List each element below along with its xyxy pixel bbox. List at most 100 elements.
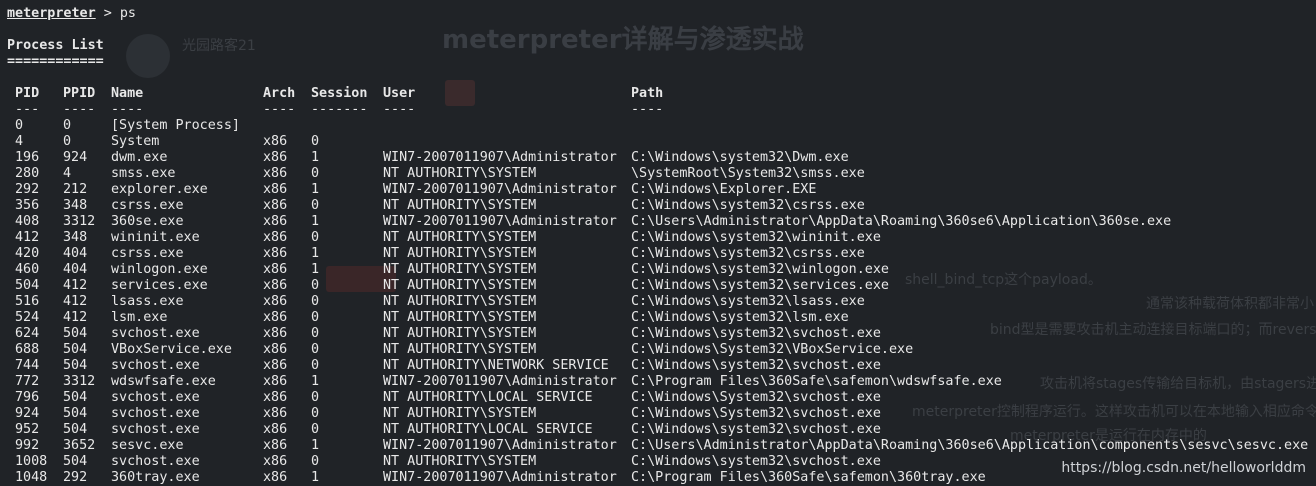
- process-session: 0: [311, 390, 320, 405]
- process-ppid: 348: [63, 198, 88, 213]
- process-pid: 280: [15, 166, 40, 181]
- process-ppid: 0: [63, 118, 72, 133]
- process-ppid: 212: [63, 182, 88, 197]
- process-session: 1: [311, 438, 320, 453]
- process-session: 0: [311, 406, 320, 421]
- process-pid: 356: [15, 198, 40, 213]
- process-path: C:\Windows\system32\svchost.exe: [631, 326, 881, 341]
- process-ppid: 504: [63, 406, 88, 421]
- process-name: sesvc.exe: [111, 438, 184, 453]
- process-name: dwm.exe: [111, 150, 168, 165]
- process-arch: x86: [263, 454, 288, 469]
- process-path: C:\Windows\system32\csrss.exe: [631, 198, 865, 213]
- process-ppid: 4: [63, 166, 72, 181]
- process-pid: 772: [15, 374, 40, 389]
- process-ppid: 3312: [63, 214, 96, 229]
- process-ppid: 412: [63, 294, 88, 309]
- process-ppid: 348: [63, 230, 88, 245]
- process-arch: x86: [263, 438, 288, 453]
- process-arch: x86: [263, 150, 288, 165]
- process-arch: x86: [263, 134, 288, 149]
- process-session: 1: [311, 182, 320, 197]
- process-path: C:\Windows\Explorer.EXE: [631, 182, 817, 197]
- process-name: System: [111, 134, 160, 149]
- process-session: 0: [311, 166, 320, 181]
- process-ppid: 404: [63, 262, 88, 277]
- process-ppid: 0: [63, 134, 72, 149]
- process-pid: 504: [15, 278, 40, 293]
- command-line[interactable]: meterpreter > ps: [7, 6, 136, 22]
- section-title: Process List: [7, 38, 104, 53]
- process-arch: x86: [263, 230, 288, 245]
- process-path: C:\Program Files\360Safe\safemon\360tray…: [631, 470, 986, 485]
- process-user: NT AUTHORITY\SYSTEM: [383, 342, 537, 357]
- process-arch: x86: [263, 182, 288, 197]
- process-pid: 744: [15, 358, 40, 373]
- process-user: NT AUTHORITY\NETWORK SERVICE: [383, 358, 609, 373]
- process-name: wininit.exe: [111, 230, 200, 245]
- process-ppid: 924: [63, 150, 88, 165]
- process-path: C:\Windows\system32\svchost.exe: [631, 358, 881, 373]
- process-ppid: 3312: [63, 374, 96, 389]
- process-pid: 0: [15, 118, 24, 133]
- process-path: C:\Windows\system32\lsm.exe: [631, 310, 849, 325]
- table-separator: --- ---- ---- ---- ------- ---- ----: [7, 102, 663, 118]
- process-pid: 952: [15, 422, 40, 437]
- process-user: NT AUTHORITY\SYSTEM: [383, 406, 537, 421]
- process-arch: x86: [263, 262, 288, 277]
- header-path: Path: [631, 86, 664, 101]
- process-ppid: 404: [63, 246, 88, 261]
- process-path: C:\Windows\System32\svchost.exe: [631, 406, 881, 421]
- process-session: 0: [311, 278, 320, 293]
- table-header: PID PPID Name Arch Session User Path: [7, 86, 663, 102]
- process-session: 0: [311, 198, 320, 213]
- separator-path: ----: [631, 102, 664, 117]
- terminal-window[interactable]: meterpreter详解与渗透实战 光园路客21 shell_bind_tcp…: [0, 0, 1316, 486]
- process-name: [System Process]: [111, 118, 240, 133]
- process-session: 0: [311, 134, 320, 149]
- process-session: 0: [311, 342, 320, 357]
- process-name: csrss.exe: [111, 246, 184, 261]
- header-pid: PID: [15, 86, 40, 101]
- process-user: NT AUTHORITY\SYSTEM: [383, 294, 537, 309]
- process-name: svchost.exe: [111, 406, 200, 421]
- process-path: C:\Windows\system32\lsass.exe: [631, 294, 865, 309]
- process-name: services.exe: [111, 278, 208, 293]
- process-name: 360se.exe: [111, 214, 184, 229]
- watermark: https://blog.csdn.net/helloworlddm: [1061, 460, 1306, 476]
- process-name: 360tray.exe: [111, 470, 200, 485]
- process-arch: x86: [263, 358, 288, 373]
- process-session: 0: [311, 230, 320, 245]
- process-session: 0: [311, 358, 320, 373]
- process-name: lsass.exe: [111, 294, 184, 309]
- process-user: WIN7-2007011907\Administrator: [383, 470, 617, 485]
- process-ppid: 292: [63, 470, 88, 485]
- process-user: WIN7-2007011907\Administrator: [383, 374, 617, 389]
- process-session: 0: [311, 310, 320, 325]
- process-path: C:\Windows\system32\wininit.exe: [631, 230, 881, 245]
- article-line: 通常该种载荷体积都非常小: [1146, 296, 1314, 312]
- process-arch: x86: [263, 374, 288, 389]
- header-session: Session: [311, 86, 368, 101]
- process-arch: x86: [263, 166, 288, 181]
- process-session: 1: [311, 262, 320, 277]
- process-user: WIN7-2007011907\Administrator: [383, 182, 617, 197]
- process-user: NT AUTHORITY\LOCAL SERVICE: [383, 390, 593, 405]
- process-pid: 420: [15, 246, 40, 261]
- process-name: svchost.exe: [111, 422, 200, 437]
- process-pid: 4: [15, 134, 24, 149]
- process-path: C:\Windows\system32\Dwm.exe: [631, 150, 849, 165]
- process-user: NT AUTHORITY\SYSTEM: [383, 262, 537, 277]
- process-ppid: 504: [63, 342, 88, 357]
- process-ppid: 504: [63, 390, 88, 405]
- process-user: NT AUTHORITY\SYSTEM: [383, 166, 537, 181]
- process-name: svchost.exe: [111, 358, 200, 373]
- process-user: WIN7-2007011907\Administrator: [383, 150, 617, 165]
- process-user: NT AUTHORITY\SYSTEM: [383, 198, 537, 213]
- process-user: NT AUTHORITY\SYSTEM: [383, 326, 537, 341]
- process-pid: 1048: [15, 470, 48, 485]
- process-session: 1: [311, 246, 320, 261]
- process-path: \SystemRoot\System32\smss.exe: [631, 166, 865, 181]
- separator-user: ----: [383, 102, 416, 117]
- process-path: C:\Windows\system32\csrss.exe: [631, 246, 865, 261]
